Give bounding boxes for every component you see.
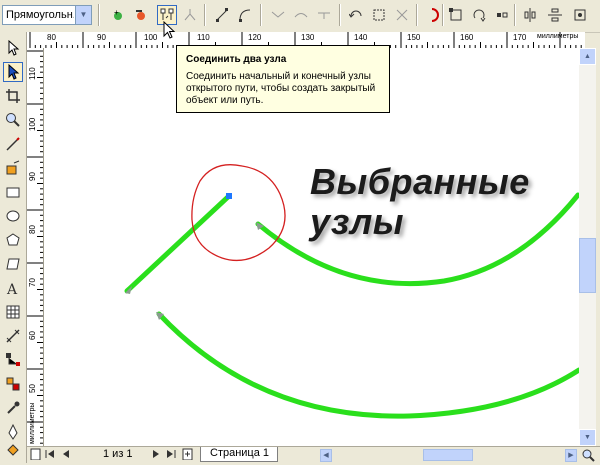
first-page-icon[interactable] — [44, 448, 56, 463]
tooltip: Соединить два узла Соединить начальный и… — [176, 45, 390, 113]
outline-pen-tool-icon[interactable] — [3, 422, 23, 442]
rotate-skew-nodes-icon[interactable] — [469, 5, 489, 25]
extract-subpath-icon[interactable] — [392, 5, 412, 25]
ruler-units-label: миллиметры — [537, 33, 579, 40]
add-page-icon[interactable] — [182, 448, 194, 463]
vertical-scrollbar[interactable]: ▲ ▼ — [579, 48, 596, 446]
navigator-zoom-icon[interactable] — [581, 448, 595, 465]
ruler-top-label: 150 — [407, 33, 421, 42]
scroll-down-button[interactable]: ▼ — [579, 429, 596, 446]
ruler-top-label: 80 — [47, 33, 56, 42]
to-curve-icon[interactable] — [235, 5, 255, 25]
smooth-node-icon[interactable] — [291, 5, 311, 25]
outer-arc-curve[interactable] — [156, 311, 579, 419]
ellipse-tool-icon[interactable] — [3, 206, 23, 226]
ruler-left-label: 50 — [28, 384, 37, 393]
page-tab[interactable]: Страница 1 — [200, 447, 278, 462]
node-options-icon[interactable] — [570, 5, 590, 25]
ruler-top-label: 170 — [513, 33, 527, 42]
ruler-left-label: 70 — [28, 278, 37, 287]
tooltip-body: Соединить начальный и конечный узлы откр… — [186, 71, 376, 106]
connector-tool-icon[interactable] — [3, 350, 23, 370]
polygon-tool-icon[interactable] — [3, 230, 23, 250]
pick-tool-icon[interactable] — [3, 38, 23, 58]
ruler-vertical[interactable]: 110 100 90 80 70 60 50 миллиметры — [27, 48, 44, 446]
text-tool-icon[interactable]: A — [3, 278, 23, 298]
ruler-top-label: 90 — [97, 33, 106, 42]
blend-tool-icon[interactable] — [3, 374, 23, 394]
mouse-cursor-icon — [163, 21, 176, 39]
toolbar-separator — [416, 4, 418, 26]
eyedropper-tool-icon[interactable] — [3, 398, 23, 418]
reflect-vertical-icon[interactable] — [545, 5, 565, 25]
caption-line-1: Выбранные — [310, 161, 530, 202]
selected-nodes-caption: Выбранные узлы — [310, 162, 530, 242]
ruler-left-label: 110 — [28, 67, 37, 80]
ruler-top-label: 100 — [144, 33, 158, 42]
caption-line-2: узлы — [310, 201, 404, 242]
ruler-top-label: 160 — [460, 33, 474, 42]
ruler-top-label: 140 — [354, 33, 368, 42]
selected-node-marker[interactable] — [226, 193, 232, 199]
chevron-down-icon[interactable]: ▼ — [75, 6, 91, 24]
rectangle-tool-icon[interactable] — [3, 182, 23, 202]
shape-tool-icon[interactable] — [3, 62, 23, 82]
delete-node-icon[interactable] — [131, 5, 151, 25]
add-node-icon[interactable]: + — [108, 5, 128, 25]
reverse-direction-icon[interactable] — [346, 5, 366, 25]
dimension-tool-icon[interactable] — [3, 326, 23, 346]
extend-curve-icon[interactable] — [369, 5, 389, 25]
ruler-top-label: 110 — [197, 33, 210, 42]
previous-page-icon[interactable] — [60, 448, 72, 463]
ruler-units-label-vertical: миллиметры — [29, 402, 36, 444]
selection-highlight-loop — [191, 164, 286, 262]
next-page-icon[interactable] — [150, 448, 162, 463]
shape-type-value: Прямоугольн... — [6, 9, 74, 21]
scroll-up-button[interactable]: ▲ — [579, 48, 596, 65]
svg-text:A: A — [6, 282, 18, 296]
smart-fill-tool-icon[interactable] — [3, 158, 23, 178]
last-page-icon[interactable] — [165, 448, 177, 463]
symmetric-node-icon[interactable] — [314, 5, 334, 25]
basic-shapes-tool-icon[interactable] — [3, 254, 23, 274]
ruler-left-label: 100 — [28, 117, 37, 131]
zoom-tool-icon[interactable] — [3, 110, 23, 130]
page-setup-icon[interactable] — [30, 448, 42, 463]
page-counter: 1 из 1 — [103, 448, 133, 460]
break-curve-icon[interactable] — [180, 5, 200, 25]
page-tab-label: Страница 1 — [210, 447, 270, 459]
table-tool-icon[interactable] — [3, 302, 23, 322]
property-bar: Прямоугольн... ▼ + — [0, 0, 600, 33]
toolbar-separator — [514, 4, 516, 26]
toolbar-separator — [260, 4, 262, 26]
scroll-left-button[interactable]: ◀ — [320, 449, 332, 462]
ruler-left-label: 60 — [28, 331, 37, 340]
stretch-scale-nodes-icon[interactable] — [446, 5, 466, 25]
toolbar-separator — [98, 4, 100, 26]
tooltip-title: Соединить два узла — [186, 54, 287, 65]
cusp-node-icon[interactable] — [268, 5, 288, 25]
ruler-top-label: 120 — [248, 33, 262, 42]
shape-type-select[interactable]: Прямоугольн... ▼ — [2, 5, 92, 25]
fill-tool-icon[interactable] — [3, 440, 23, 460]
ruler-left-label: 80 — [28, 225, 37, 234]
toolbox: A — [0, 32, 27, 463]
elastic-mode-icon[interactable] — [422, 5, 442, 25]
svg-text:+: + — [114, 8, 119, 17]
straight-segment[interactable] — [124, 193, 232, 294]
ruler-left-label: 90 — [28, 172, 37, 181]
toolbar-separator — [339, 4, 341, 26]
ruler-top-label: 130 — [301, 33, 315, 42]
vertical-scroll-thumb[interactable] — [579, 238, 596, 293]
horizontal-scroll-thumb[interactable] — [423, 449, 473, 461]
toolbar-separator — [204, 4, 206, 26]
crop-tool-icon[interactable] — [3, 86, 23, 106]
reflect-horizontal-icon[interactable] — [520, 5, 540, 25]
freehand-tool-icon[interactable] — [3, 134, 23, 154]
to-line-icon[interactable] — [212, 5, 232, 25]
scroll-right-button[interactable]: ▶ — [565, 449, 577, 462]
toolbar-separator — [442, 4, 444, 26]
align-nodes-icon[interactable] — [492, 5, 512, 25]
